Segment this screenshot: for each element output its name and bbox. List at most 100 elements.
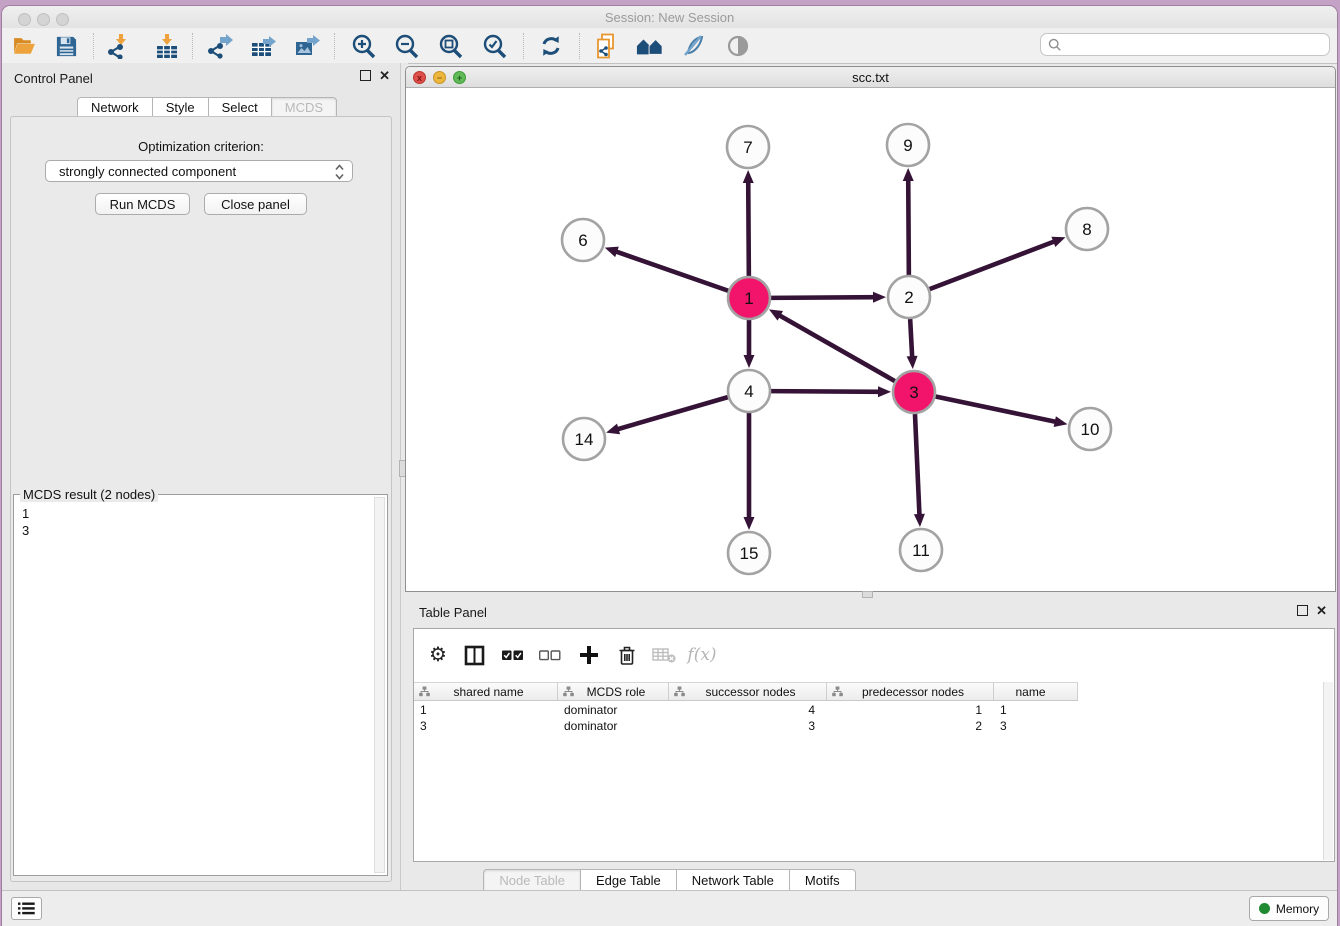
edge-2-8[interactable] xyxy=(930,241,1056,289)
select-all-icon[interactable] xyxy=(499,641,527,669)
horizontal-splitter-handle[interactable] xyxy=(862,591,873,598)
table-panel-title: Table Panel xyxy=(419,605,487,620)
column-type-icon xyxy=(674,686,685,697)
arrowhead-4-15 xyxy=(744,517,755,530)
edge-1-2[interactable] xyxy=(771,297,875,298)
column-header-label: shared name xyxy=(430,685,557,699)
control-panel-title: Control Panel xyxy=(14,71,93,86)
result-scrollbar[interactable] xyxy=(374,497,385,873)
task-history-button[interactable] xyxy=(11,897,42,920)
arrowhead-2-8 xyxy=(1051,237,1065,247)
table-cell: 1 xyxy=(414,702,558,718)
import-table-icon[interactable] xyxy=(153,32,181,60)
memory-status-icon xyxy=(1259,903,1270,914)
mcds-result-title: MCDS result (2 nodes) xyxy=(20,487,158,502)
toggle-view-icon xyxy=(724,32,752,60)
column-header-MCDS-role[interactable]: MCDS role xyxy=(558,683,669,700)
graph-node-label: 9 xyxy=(903,136,912,155)
table-cell: 4 xyxy=(669,702,827,718)
arrowhead-1-7 xyxy=(743,170,754,183)
search-field-wrap xyxy=(1040,33,1330,56)
table-row[interactable]: 3dominator323 xyxy=(414,718,1078,734)
close-panel-button[interactable]: Close panel xyxy=(204,193,307,215)
graph-node-label: 8 xyxy=(1082,220,1091,239)
mcds-result-box: MCDS result (2 nodes) 13 xyxy=(13,494,388,876)
network-graph[interactable]: 7968124314101511 xyxy=(406,88,1335,591)
column-type-icon xyxy=(832,686,843,697)
float-panel-icon[interactable] xyxy=(360,70,371,81)
edge-2-9[interactable] xyxy=(908,179,909,275)
open-file-icon[interactable] xyxy=(10,32,38,60)
title-bar: Session: New Session xyxy=(2,6,1337,29)
import-network-icon[interactable] xyxy=(106,32,134,60)
function-builder-icon: f(x) xyxy=(688,641,716,669)
application-window: Session: New Session xyxy=(2,6,1337,926)
close-table-panel-icon[interactable]: ✕ xyxy=(1316,606,1327,615)
search-input[interactable] xyxy=(1062,37,1329,53)
optimization-criterion-label: Optimization criterion: xyxy=(11,139,391,154)
edge-1-7[interactable] xyxy=(748,181,749,276)
deselect-all-icon[interactable] xyxy=(536,641,564,669)
graph-node-label: 10 xyxy=(1081,420,1100,439)
table-settings-icon[interactable]: ⚙ xyxy=(424,641,452,669)
graph-node-label: 11 xyxy=(912,541,930,560)
zoom-fit-icon[interactable] xyxy=(437,32,465,60)
status-bar: Memory xyxy=(2,890,1337,926)
edge-3-11[interactable] xyxy=(915,414,920,516)
table-scrollbar[interactable] xyxy=(1323,682,1333,860)
arrowhead-4-14 xyxy=(606,424,620,435)
export-image-icon[interactable] xyxy=(293,32,321,60)
export-network-icon[interactable] xyxy=(206,32,234,60)
arrowhead-2-9 xyxy=(903,168,914,181)
run-mcds-button[interactable]: Run MCDS xyxy=(95,193,190,215)
zoom-in-icon[interactable] xyxy=(350,32,378,60)
memory-label: Memory xyxy=(1276,902,1319,916)
table-panel: ⚙ f(x) shared nameMCDS rolesuccessor nod… xyxy=(413,628,1335,862)
column-header-shared-name[interactable]: shared name xyxy=(414,683,558,700)
column-header-predecessor-nodes[interactable]: predecessor nodes xyxy=(827,683,994,700)
zoom-selected-icon[interactable] xyxy=(481,32,509,60)
edge-3-1[interactable] xyxy=(779,315,895,381)
table-toolbar: ⚙ f(x) xyxy=(414,629,1334,681)
delete-table-icon xyxy=(650,641,678,669)
arrowhead-1-2 xyxy=(873,292,886,303)
column-header-name[interactable]: name xyxy=(994,683,1078,700)
column-type-icon xyxy=(563,686,574,697)
window-title: Session: New Session xyxy=(2,10,1337,25)
add-column-icon[interactable] xyxy=(575,641,603,669)
arrowhead-1-6 xyxy=(605,247,619,257)
arrowhead-1-4 xyxy=(744,355,755,368)
edge-2-3[interactable] xyxy=(910,319,912,358)
export-table-icon[interactable] xyxy=(249,32,277,60)
float-table-panel-icon[interactable] xyxy=(1297,605,1308,616)
first-neighbors-icon[interactable] xyxy=(636,32,664,60)
arrowhead-4-3 xyxy=(878,386,891,397)
graph-node-label: 3 xyxy=(909,383,918,402)
column-browser-icon[interactable] xyxy=(460,641,488,669)
arrowhead-2-3 xyxy=(907,356,918,369)
edge-3-10[interactable] xyxy=(936,397,1057,422)
column-type-icon xyxy=(419,686,430,697)
column-header-label: predecessor nodes xyxy=(843,685,993,699)
memory-button[interactable]: Memory xyxy=(1249,896,1329,921)
network-window-titlebar[interactable]: x − + scc.txt xyxy=(406,67,1335,88)
save-session-icon[interactable] xyxy=(52,32,80,60)
edge-4-14[interactable] xyxy=(617,397,728,429)
table-cell: dominator xyxy=(558,718,669,734)
delete-column-icon[interactable] xyxy=(613,641,641,669)
column-header-successor-nodes[interactable]: successor nodes xyxy=(669,683,827,700)
graph-node-label: 6 xyxy=(578,231,587,250)
edge-1-6[interactable] xyxy=(615,251,728,291)
close-panel-icon[interactable]: ✕ xyxy=(379,71,390,80)
zoom-out-icon[interactable] xyxy=(393,32,421,60)
criterion-dropdown[interactable]: strongly connected component xyxy=(45,160,353,182)
mcds-result-list[interactable]: 13 xyxy=(15,503,375,874)
mcds-result-item: 3 xyxy=(22,522,375,539)
network-window: x − + scc.txt 7968124314101511 xyxy=(405,66,1336,592)
edge-4-3[interactable] xyxy=(771,391,880,392)
graph-node-label: 1 xyxy=(744,289,753,308)
table-row[interactable]: 1dominator411 xyxy=(414,702,1078,718)
clone-network-icon[interactable] xyxy=(593,32,621,60)
refresh-icon[interactable] xyxy=(537,32,565,60)
hide-selected-icon[interactable] xyxy=(680,32,708,60)
